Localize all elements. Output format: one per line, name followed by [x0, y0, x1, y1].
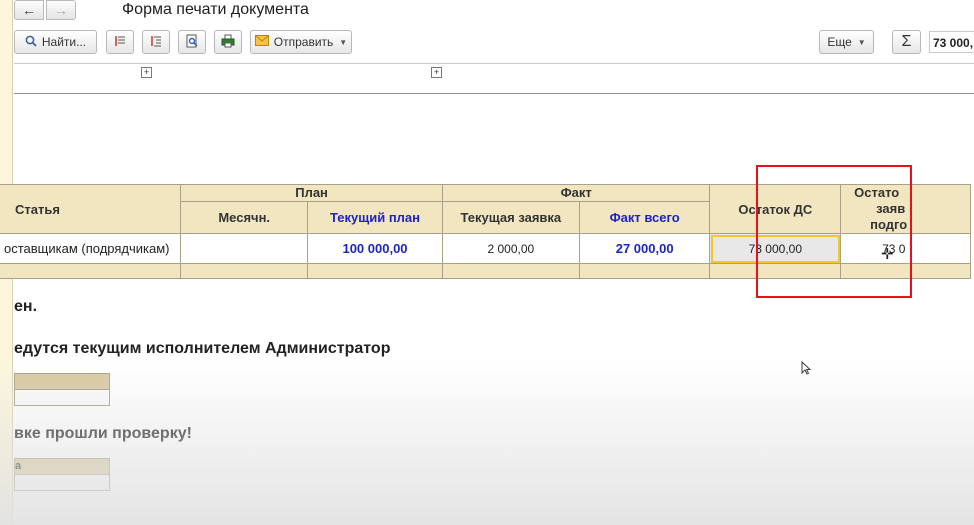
print-preview-button[interactable]: [178, 30, 206, 54]
cell-fact-total[interactable]: 27 000,00: [578, 233, 711, 264]
find-button[interactable]: Найти...: [14, 30, 97, 54]
sheet-divider: [14, 93, 974, 94]
list-expand-icon: [149, 34, 163, 51]
sum-value-field[interactable]: 73 000,: [929, 31, 974, 53]
back-button[interactable]: ←: [14, 0, 44, 20]
list-outline-icon: [113, 34, 127, 51]
col-header-current-request: Текущая заявка: [441, 200, 580, 235]
outline-collapse-button[interactable]: [106, 30, 134, 54]
envelope-icon: [254, 35, 269, 49]
col-header-current-plan: Текущий план: [307, 200, 443, 235]
toolbar: Найти... Отправить ▼ Еще ▼ Σ: [0, 29, 974, 57]
chevron-down-icon: ▼: [339, 37, 348, 47]
col-header-fact-total: Факт всего: [578, 200, 711, 235]
total-cell: [307, 263, 443, 279]
send-button[interactable]: Отправить ▼: [250, 30, 352, 54]
expand-group-icon[interactable]: +: [141, 67, 152, 78]
more-button[interactable]: Еще ▼: [819, 30, 874, 54]
col-header-monthly: Месячн.: [180, 200, 309, 235]
message-line-1: ен.: [14, 298, 38, 315]
send-button-label: Отправить: [273, 35, 334, 49]
sigma-icon: Σ: [901, 33, 912, 50]
outline-expand-button[interactable]: [142, 30, 170, 54]
total-cell: [180, 263, 309, 279]
message-line-3: вке прошли проверку!: [14, 425, 192, 442]
print-preview-icon: [185, 34, 199, 51]
mini-table-1: [14, 373, 110, 406]
cell-cursor-icon: ✛: [881, 246, 894, 263]
printer-icon: [221, 34, 235, 51]
col-group-fact: Факт: [441, 184, 711, 202]
arrow-left-icon: ←: [22, 2, 36, 18]
forward-button[interactable]: →: [46, 0, 76, 20]
mini-table-header: [15, 374, 109, 390]
search-icon: [25, 35, 37, 50]
col-header-article: Статья: [0, 184, 182, 234]
total-cell: [578, 263, 711, 279]
cell-current-request[interactable]: 2 000,00: [441, 233, 580, 264]
cell-current-plan[interactable]: 100 000,00: [307, 233, 443, 264]
sum-button[interactable]: Σ: [892, 30, 921, 54]
total-cell: [441, 263, 580, 279]
cell-article[interactable]: оставщикам (подрядчикам): [0, 233, 182, 264]
chevron-down-icon: ▼: [857, 37, 866, 47]
col-group-plan: План: [180, 184, 443, 202]
mini-table-2: а: [14, 458, 110, 491]
total-cell: [0, 263, 182, 279]
mini-table-cell: [15, 475, 109, 490]
print-button[interactable]: [214, 30, 242, 54]
message-line-2: едутся текущим исполнителем Администрато…: [14, 340, 391, 357]
sheet-grouping-line: [14, 63, 974, 64]
highlight-annotation-box: [756, 165, 912, 298]
cell-monthly[interactable]: [180, 233, 309, 264]
mini-table-cell: [15, 390, 109, 405]
find-button-label: Найти...: [41, 35, 87, 49]
more-button-label: Еще: [827, 35, 852, 49]
window-title: Форма печати документа: [122, 1, 309, 18]
mini-table-header: а: [15, 459, 109, 475]
expand-group-icon[interactable]: +: [431, 67, 442, 78]
title-bar: ← → Форма печати документа: [0, 0, 974, 26]
arrow-right-icon: →: [54, 2, 68, 18]
mouse-pointer-icon: [801, 360, 812, 378]
